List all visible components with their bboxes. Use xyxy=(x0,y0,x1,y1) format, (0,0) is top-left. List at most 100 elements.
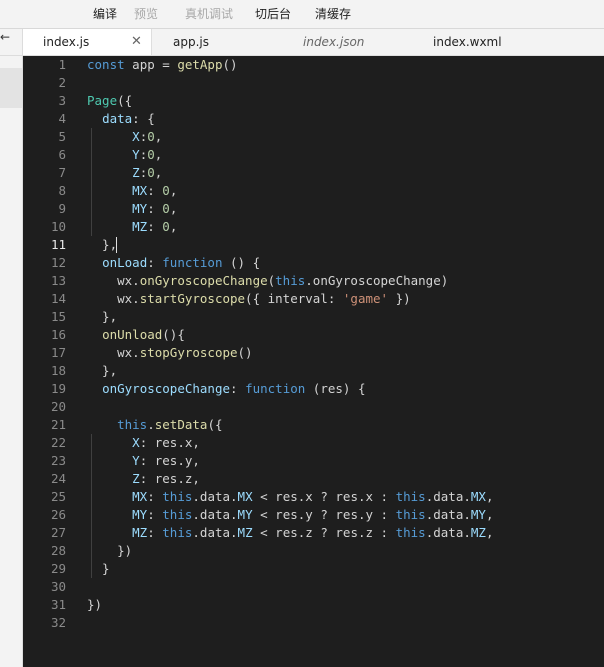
code-token: MX xyxy=(132,183,148,198)
line-number: 22 xyxy=(50,435,66,450)
code-token: }) xyxy=(388,291,411,306)
code-token: .data. xyxy=(425,489,471,504)
line-number: 25 xyxy=(50,489,66,504)
code-line: X: res.x, xyxy=(87,434,200,452)
code-token: < res.y ? res.y : xyxy=(252,507,396,522)
panel-divider xyxy=(0,55,22,56)
switch-background-button[interactable]: 切后台 xyxy=(255,5,291,22)
line-number: 4 xyxy=(58,111,66,126)
line-number: 21 xyxy=(50,417,66,432)
code-token: this xyxy=(162,489,193,504)
code-token: .onGyroscopeChange) xyxy=(305,273,449,288)
editor-tab-bar: index.js ✕ app.js index.json index.wxml xyxy=(23,29,604,56)
code-token: getApp xyxy=(177,57,223,72)
code-token: startGyroscope xyxy=(139,291,246,306)
code-token: 0 xyxy=(147,129,155,144)
code-token: : xyxy=(230,381,246,396)
code-line: }, xyxy=(87,308,117,326)
back-arrow-icon[interactable]: ← xyxy=(0,30,10,44)
code-token: MY xyxy=(132,201,148,216)
code-token: Y xyxy=(132,147,140,162)
code-token: , xyxy=(154,165,163,180)
code-token: MX xyxy=(470,489,486,504)
code-token: Z xyxy=(132,471,140,486)
tab-app-js[interactable]: app.js xyxy=(173,29,209,55)
tab-index-json[interactable]: index.json xyxy=(303,29,364,55)
code-token: , xyxy=(169,201,178,216)
code-token: 0 xyxy=(162,183,170,198)
code-token: ({ xyxy=(207,417,223,432)
code-token: const xyxy=(87,57,125,72)
code-line: MY: this.data.MY < res.y ? res.y : this.… xyxy=(87,506,493,524)
clear-cache-button[interactable]: 清缓存 xyxy=(315,5,351,22)
line-number: 29 xyxy=(50,561,66,576)
code-token: Z xyxy=(132,165,140,180)
tab-index-js[interactable]: index.js ✕ xyxy=(23,29,152,55)
code-token: this xyxy=(162,507,193,522)
code-line: Page({ xyxy=(87,92,132,110)
line-number: 14 xyxy=(50,291,66,306)
code-token: onGyroscopeChange xyxy=(102,381,230,396)
selected-file-row[interactable] xyxy=(0,68,22,108)
line-number: 15 xyxy=(50,309,66,324)
line-number: 8 xyxy=(58,183,66,198)
code-token: .data. xyxy=(192,489,238,504)
code-line: MX: this.data.MX < res.x ? res.x : this.… xyxy=(87,488,493,506)
line-number: 2 xyxy=(58,75,66,90)
code-token: 0 xyxy=(162,201,170,216)
code-token: } xyxy=(87,561,110,576)
code-token: (){ xyxy=(162,327,185,342)
code-token: function xyxy=(162,255,223,270)
code-token: () xyxy=(222,57,238,72)
code-token: app = xyxy=(124,57,178,72)
line-number: 20 xyxy=(50,399,66,414)
code-token: .data. xyxy=(192,525,238,540)
code-token: 0 xyxy=(147,147,155,162)
code-token: MZ xyxy=(132,525,148,540)
code-line: this.setData({ xyxy=(87,416,223,434)
line-number: 31 xyxy=(50,597,66,612)
code-line: const app = getApp() xyxy=(87,56,238,74)
compile-button[interactable]: 编译 xyxy=(93,5,117,22)
code-token: wx. xyxy=(87,273,140,288)
code-token: MX xyxy=(237,489,253,504)
code-line: }) xyxy=(87,542,132,560)
line-number: 28 xyxy=(50,543,66,558)
code-token: this xyxy=(395,507,426,522)
line-number: 26 xyxy=(50,507,66,522)
line-number: 13 xyxy=(50,273,66,288)
code-line: onUnload(){ xyxy=(87,326,185,344)
code-token: .data. xyxy=(425,525,471,540)
preview-button[interactable]: 预览 xyxy=(134,5,158,22)
code-line: data: { xyxy=(87,110,155,128)
code-token: 'game' xyxy=(342,291,389,306)
code-token: : xyxy=(147,489,163,504)
close-icon[interactable]: ✕ xyxy=(131,29,142,55)
code-line: } xyxy=(87,560,110,578)
code-token: setData xyxy=(154,417,208,432)
code-token: MZ xyxy=(470,525,486,540)
code-line: onLoad: function () { xyxy=(87,254,260,272)
line-number: 30 xyxy=(50,579,66,594)
code-editor[interactable]: 1 const app = getApp() 2 3 Page({4 data: {5 … xyxy=(23,56,604,667)
code-token: MY xyxy=(132,507,148,522)
code-token: wx. xyxy=(87,345,140,360)
code-line: wx.stopGyroscope() xyxy=(87,344,253,362)
code-token: Y xyxy=(132,453,140,468)
line-number: 3 xyxy=(58,93,66,108)
real-device-debug-button[interactable]: 真机调试 xyxy=(185,5,233,22)
line-number: 5 xyxy=(58,129,66,144)
line-number: 24 xyxy=(50,471,66,486)
code-line: Z: res.z, xyxy=(87,470,200,488)
code-line: MZ: this.data.MZ < res.z ? res.z : this.… xyxy=(87,524,493,542)
tab-index-wxml[interactable]: index.wxml xyxy=(433,29,502,55)
code-line: MZ: 0, xyxy=(87,218,177,236)
code-line: X:0, xyxy=(87,128,162,146)
